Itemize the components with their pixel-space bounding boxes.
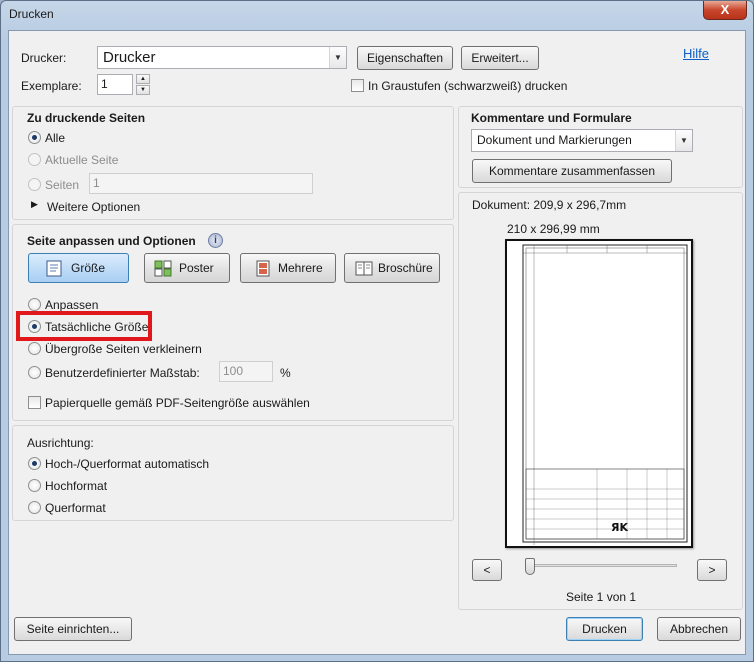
svg-text:ЯK: ЯK	[611, 521, 628, 534]
comments-select[interactable]: Dokument und Markierungen ▼	[471, 129, 693, 152]
page-sizing-title: Seite anpassen und Optionen	[27, 234, 196, 248]
paper-source-label: Papierquelle gemäß PDF-Seitengröße auswä…	[45, 396, 310, 410]
copies-label: Exemplare:	[21, 79, 82, 93]
mode-poster-button[interactable]: Poster	[144, 253, 230, 283]
printer-label: Drucker:	[21, 51, 67, 65]
next-page-button[interactable]: >	[697, 559, 727, 581]
page-slider-track[interactable]	[527, 564, 677, 567]
mode-poster-label: Poster	[179, 261, 214, 275]
pages-range-input[interactable]: 1	[89, 173, 313, 194]
previous-page-button[interactable]: <	[472, 559, 502, 581]
page-indicator: Seite 1 von 1	[566, 590, 637, 604]
orientation-landscape-label: Querformat	[45, 501, 106, 515]
booklet-icon	[355, 261, 373, 276]
copies-input[interactable]: 1	[97, 74, 133, 95]
shrink-oversized-label: Übergroße Seiten verkleinern	[45, 342, 202, 356]
fit-radio[interactable]	[28, 298, 41, 311]
page-setup-button[interactable]: Seite einrichten...	[14, 617, 132, 641]
window-title: Drucken	[9, 7, 54, 21]
help-link[interactable]: Hilfe	[683, 46, 709, 61]
close-button[interactable]: X	[703, 1, 747, 20]
highlight-box	[16, 311, 152, 341]
comments-chevron-down-icon[interactable]: ▼	[675, 130, 692, 151]
custom-scale-radio[interactable]	[28, 366, 41, 379]
info-icon[interactable]: i	[208, 233, 223, 248]
grayscale-checkbox[interactable]	[351, 79, 364, 92]
multiple-pages-icon	[256, 260, 270, 277]
copies-down-arrow-icon[interactable]: ▼	[136, 85, 150, 95]
mode-size-label: Größe	[71, 261, 106, 275]
title-bar[interactable]: Drucken X	[1, 1, 753, 29]
orientation-title: Ausrichtung:	[27, 436, 94, 450]
orientation-landscape-radio[interactable]	[28, 501, 41, 514]
expand-triangle-icon[interactable]: ▶	[31, 199, 38, 210]
pages-range-label: Seiten	[45, 178, 80, 192]
print-dialog: Drucken X Drucker: Drucker ▼ Eigenschaft…	[0, 0, 754, 662]
comments-panel: Kommentare und Formulare Dokument und Ma…	[458, 106, 743, 188]
grayscale-label: In Graustufen (schwarzweiß) drucken	[368, 79, 568, 93]
page-size: 210 x 296,99 mm	[507, 222, 600, 236]
pages-all-radio[interactable]	[28, 131, 41, 144]
poster-tiles-icon	[154, 260, 172, 277]
scale-unit: %	[280, 366, 291, 380]
print-button[interactable]: Drucken	[566, 617, 643, 641]
pages-section-title: Zu druckende Seiten	[27, 111, 146, 125]
chevron-down-icon[interactable]: ▼	[329, 47, 346, 68]
size-page-icon	[46, 260, 62, 277]
orientation-panel: Ausrichtung: Hoch-/Querformat automatisc…	[12, 425, 454, 521]
custom-scale-input[interactable]: 100	[219, 361, 273, 382]
properties-button[interactable]: Eigenschaften	[357, 46, 453, 70]
pages-current-label: Aktuelle Seite	[45, 153, 119, 167]
mode-booklet-label: Broschüre	[378, 261, 433, 275]
paper-source-checkbox[interactable]	[28, 396, 41, 409]
mode-multiple-button[interactable]: Mehrere	[240, 253, 336, 283]
dialog-body: Drucker: Drucker ▼ Eigenschaften Erweite…	[8, 30, 746, 655]
comments-title: Kommentare und Formulare	[471, 111, 632, 125]
shrink-oversized-radio[interactable]	[28, 342, 41, 355]
mode-size-button[interactable]: Größe	[28, 253, 129, 283]
mode-multiple-label: Mehrere	[278, 261, 323, 275]
pages-all-label: Alle	[45, 131, 66, 145]
copies-up-arrow-icon[interactable]: ▲	[136, 74, 150, 84]
advanced-button[interactable]: Erweitert...	[461, 46, 539, 70]
custom-scale-label: Benutzerdefinierter Maßstab:	[45, 366, 200, 380]
printer-select[interactable]: Drucker ▼	[97, 46, 347, 69]
orientation-auto-label: Hoch-/Querformat automatisch	[45, 457, 210, 471]
printer-select-value: Drucker	[103, 49, 156, 66]
pages-current-radio[interactable]	[28, 153, 41, 166]
comments-select-value: Dokument und Markierungen	[477, 133, 632, 147]
orientation-portrait-radio[interactable]	[28, 479, 41, 492]
drawing-thumbnail: ЯK	[522, 244, 688, 545]
page-slider-thumb[interactable]	[525, 558, 535, 575]
orientation-auto-radio[interactable]	[28, 457, 41, 470]
pages-to-print-panel: Zu druckende Seiten Alle Aktuelle Seite …	[12, 106, 454, 220]
fit-label: Anpassen	[45, 298, 99, 312]
pages-range-radio[interactable]	[28, 178, 41, 191]
more-options-toggle[interactable]: Weitere Optionen	[47, 200, 140, 214]
page-preview: ЯK	[505, 239, 693, 548]
orientation-portrait-label: Hochformat	[45, 479, 108, 493]
summarize-comments-button[interactable]: Kommentare zusammenfassen	[472, 159, 672, 183]
mode-booklet-button[interactable]: Broschüre	[344, 253, 440, 283]
document-size: Dokument: 209,9 x 296,7mm	[472, 198, 627, 212]
cancel-button[interactable]: Abbrechen	[657, 617, 741, 641]
